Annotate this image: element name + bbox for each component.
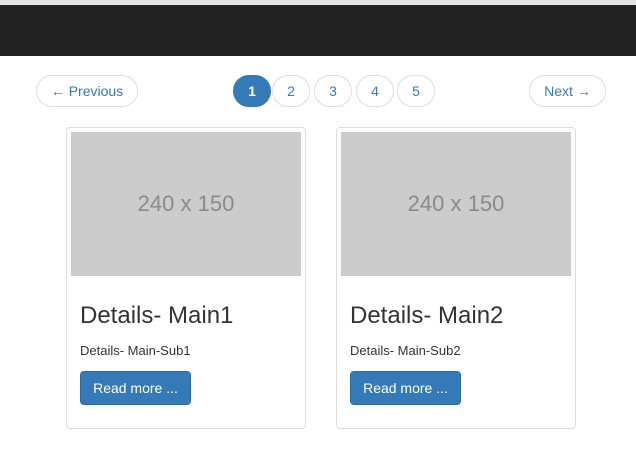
- card-main1: 240 x 150 Details- Main1 Details- Main-S…: [66, 127, 306, 429]
- page-3-button[interactable]: 3: [314, 75, 352, 107]
- card-main2: 240 x 150 Details- Main2 Details- Main-S…: [336, 127, 576, 429]
- card-title: Details- Main1: [80, 302, 234, 329]
- thumbnail-placeholder: 240 x 150: [341, 132, 571, 276]
- page-1-button[interactable]: 1: [233, 75, 271, 107]
- page-4-button[interactable]: 4: [356, 75, 394, 107]
- page-2-button[interactable]: 2: [272, 75, 310, 107]
- read-more-button[interactable]: Read more ...: [350, 371, 461, 405]
- thumbnail-placeholder: 240 x 150: [71, 132, 301, 276]
- card-subtitle: Details- Main-Sub2: [350, 343, 461, 358]
- card-subtitle: Details- Main-Sub1: [80, 343, 191, 358]
- previous-button[interactable]: ← Previous: [36, 75, 138, 107]
- next-button[interactable]: Next →: [529, 75, 606, 107]
- card-title: Details- Main2: [350, 302, 504, 329]
- read-more-button[interactable]: Read more ...: [80, 371, 191, 405]
- page-5-button[interactable]: 5: [397, 75, 435, 107]
- top-navbar: [0, 0, 636, 56]
